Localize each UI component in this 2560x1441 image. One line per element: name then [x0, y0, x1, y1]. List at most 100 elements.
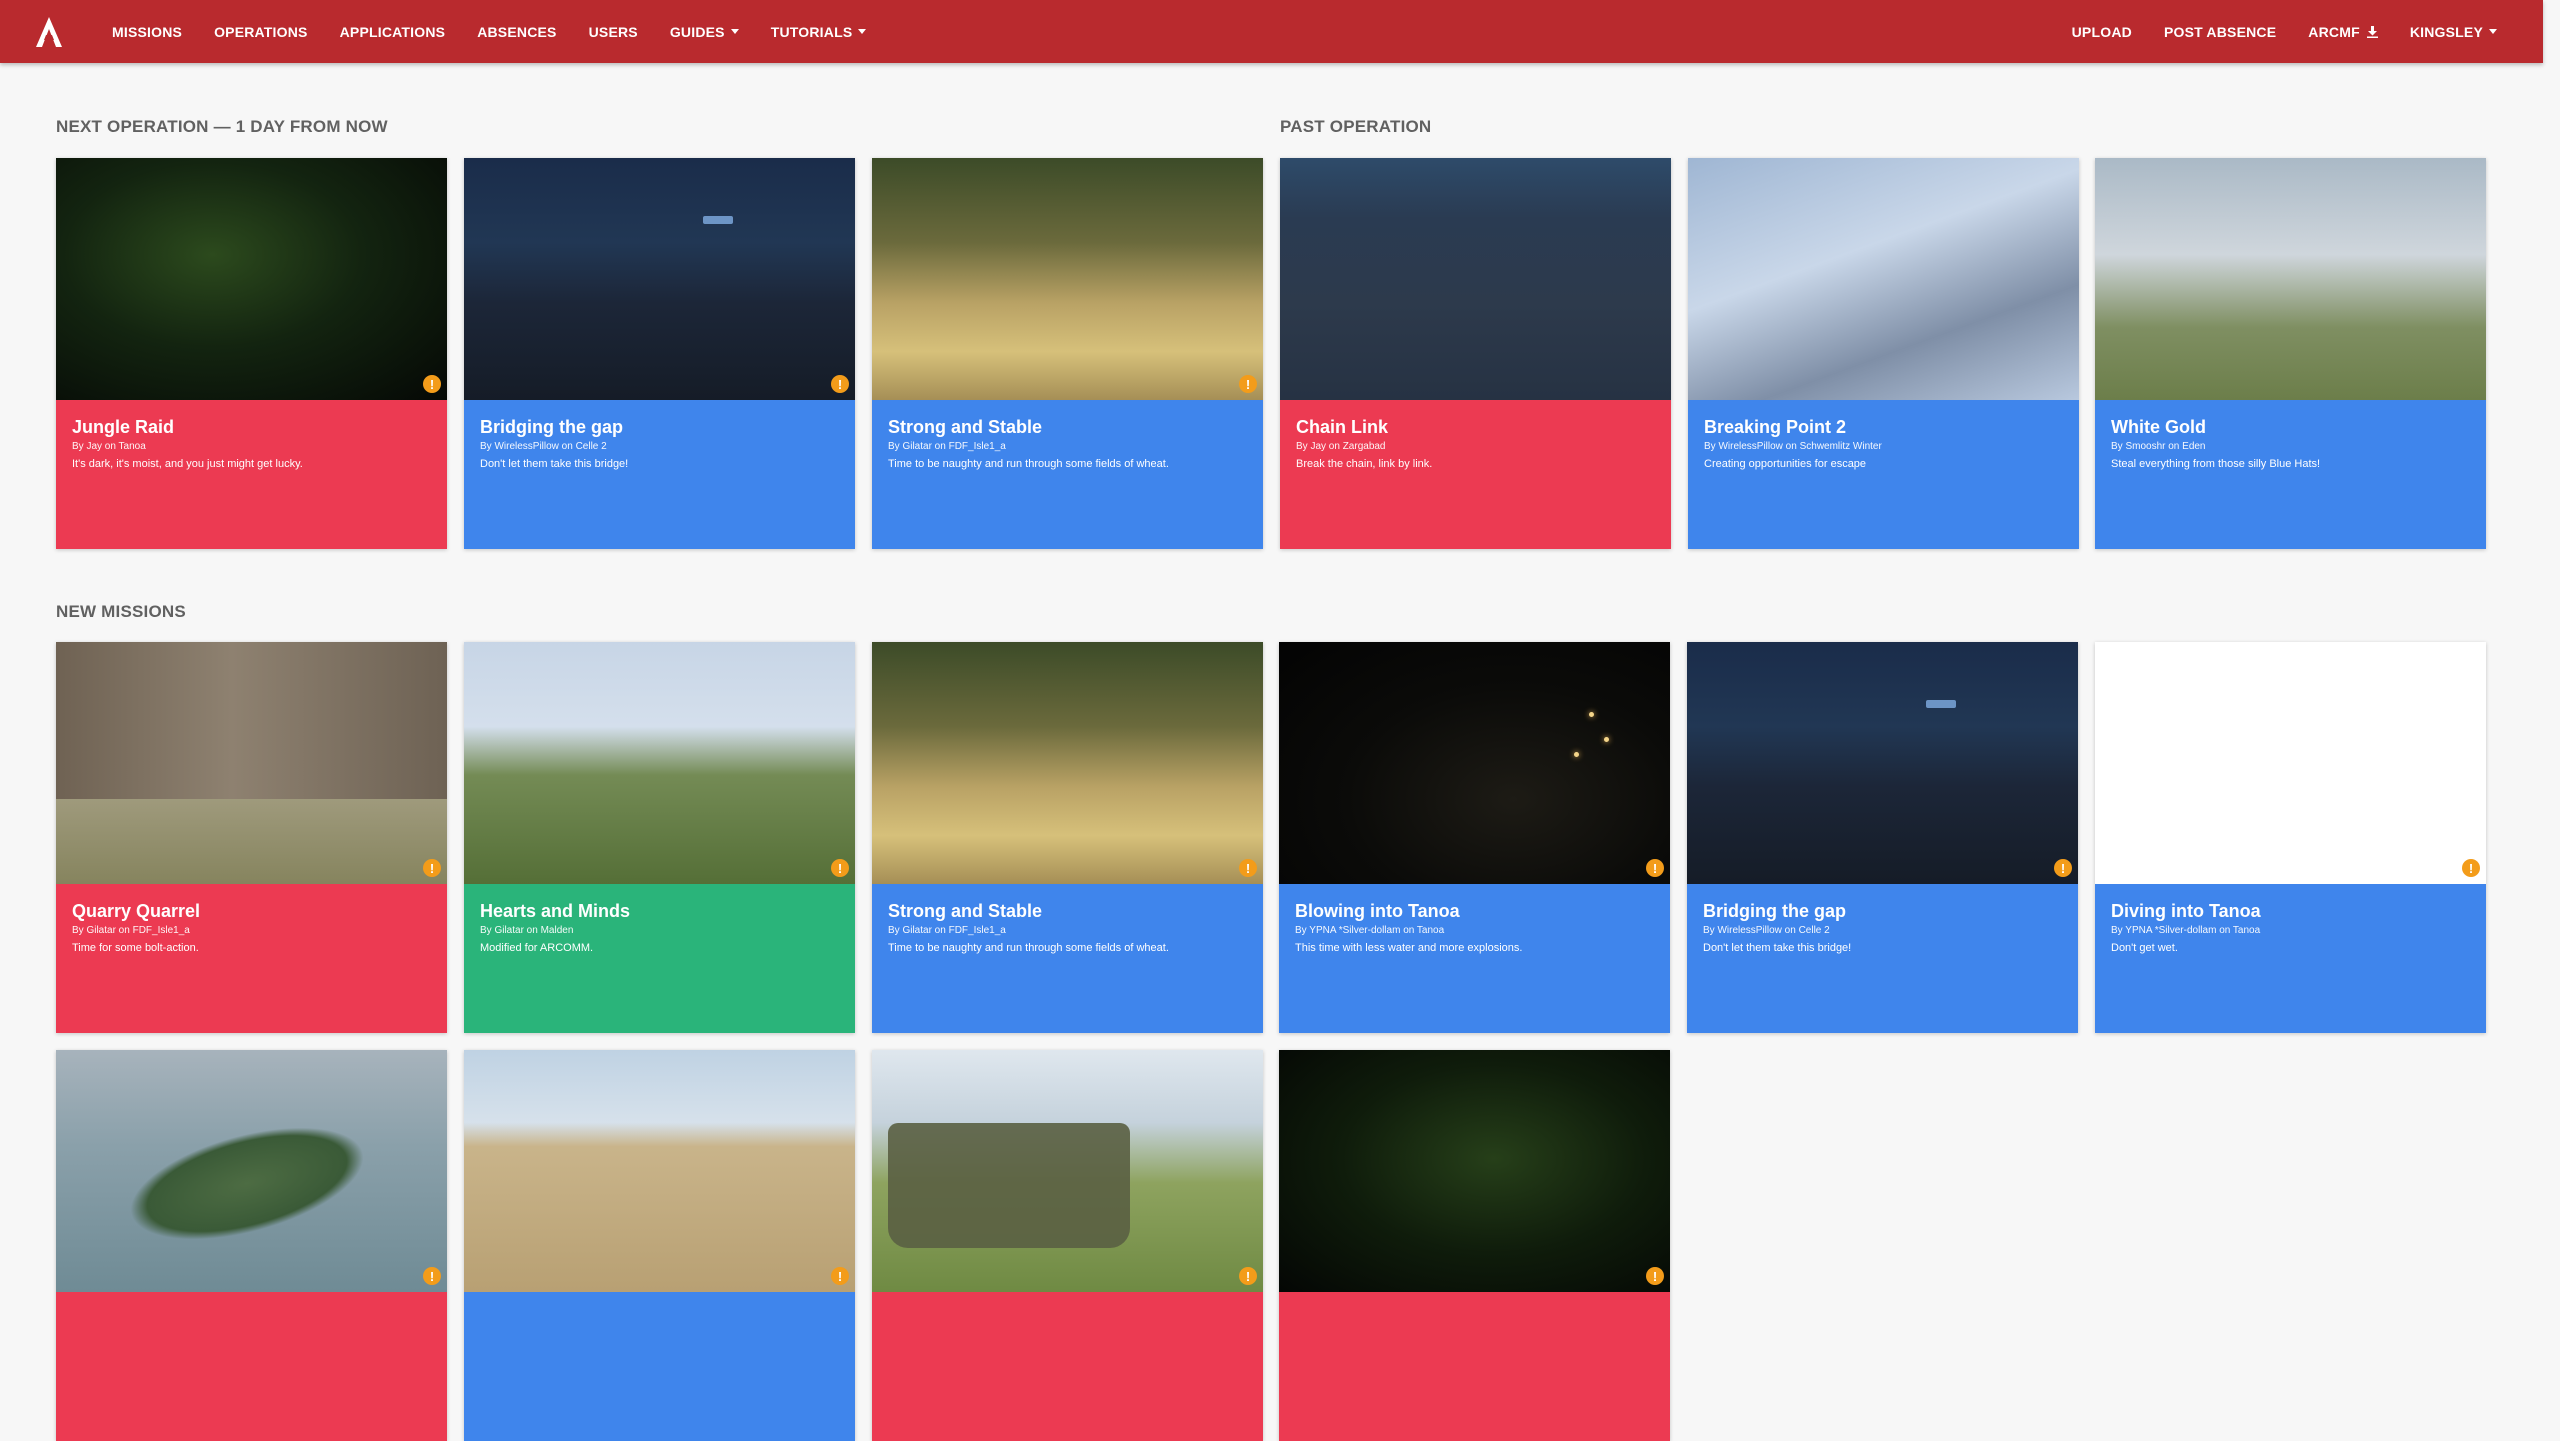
- warning-icon: !: [423, 375, 441, 393]
- mission-description: Time to be naughty and run through some …: [888, 942, 1169, 954]
- nav-label: ABSENCES: [477, 23, 557, 40]
- mission-card[interactable]: Breaking Point 2 By WirelessPillow on Sc…: [1688, 158, 2079, 549]
- mission-thumbnail: [464, 1050, 855, 1292]
- mission-thumbnail: [872, 642, 1263, 884]
- mission-description: Don't get wet.: [2111, 942, 2178, 954]
- mission-card[interactable]: ! Strong and Stable By Gilatar on FDF_Is…: [872, 158, 1263, 549]
- mission-title: Quarry Quarrel: [72, 901, 201, 921]
- nav-applications[interactable]: APPLICATIONS: [324, 0, 462, 63]
- road-sign-shape: [1925, 700, 1956, 709]
- road-sign-shape: [702, 216, 733, 225]
- mission-thumbnail: [872, 158, 1263, 400]
- nav-missions[interactable]: MISSIONS: [96, 0, 198, 63]
- mission-description: This time with less water and more explo…: [1295, 942, 1523, 954]
- mission-title: Strong and Stable: [888, 417, 1043, 437]
- light-dot: [1589, 712, 1594, 717]
- mission-thumbnail: [56, 1050, 447, 1292]
- warning-icon: !: [831, 1267, 849, 1285]
- warning-icon: !: [423, 859, 441, 877]
- mission-card[interactable]: ! Blowing into Tanoa By YPNA *Silver-dol…: [1279, 642, 1670, 1033]
- warning-icon: !: [831, 859, 849, 877]
- mission-card[interactable]: !: [56, 1050, 447, 1441]
- nav-right: UPLOAD POST ABSENCE ARCMF KINGSLEY: [2056, 0, 2513, 63]
- mission-description: Don't let them take this bridge!: [1703, 942, 1852, 954]
- card-body: Strong and Stable By Gilatar on FDF_Isle…: [872, 400, 1263, 549]
- ground-shape: [56, 799, 447, 884]
- mission-card[interactable]: !: [1279, 1050, 1670, 1441]
- mission-author: By Smooshr on Eden: [2111, 441, 2206, 452]
- mission-description: Don't let them take this bridge!: [480, 458, 629, 470]
- mission-author: By Jay on Zargabad: [1296, 441, 1386, 452]
- mission-thumbnail: [1687, 642, 2078, 884]
- nav-user-menu[interactable]: KINGSLEY: [2394, 0, 2513, 63]
- mission-thumbnail: [1279, 642, 1670, 884]
- mission-description: Time to be naughty and run through some …: [888, 458, 1169, 470]
- mission-description: Steal everything from those silly Blue H…: [2111, 458, 2321, 470]
- nav-post-absence[interactable]: POST ABSENCE: [2148, 0, 2292, 63]
- nav-left: MISSIONS OPERATIONS APPLICATIONS ABSENCE…: [96, 0, 882, 63]
- warning-icon: !: [2462, 859, 2480, 877]
- mission-author: By YPNA *Silver-dollam on Tanoa: [2111, 925, 2261, 936]
- mission-card[interactable]: !: [464, 1050, 855, 1441]
- card-body: Bridging the gap By WirelessPillow on Ce…: [464, 400, 855, 549]
- mission-card[interactable]: ! Bridging the gap By WirelessPillow on …: [1687, 642, 2078, 1033]
- mission-thumbnail: [1280, 158, 1671, 400]
- nav-guides-dropdown[interactable]: GUIDES: [654, 0, 755, 63]
- nav-absences[interactable]: ABSENCES: [461, 0, 572, 63]
- mission-title: Chain Link: [1296, 417, 1389, 437]
- card-body: Jungle Raid By Jay on Tanoa It's dark, i…: [56, 400, 447, 549]
- nav-arcmf-download[interactable]: ARCMF: [2292, 0, 2394, 63]
- mission-card[interactable]: White Gold By Smooshr on Eden Steal ever…: [2095, 158, 2486, 549]
- mission-card[interactable]: ! Quarry Quarrel By Gilatar on FDF_Isle1…: [56, 642, 447, 1033]
- warning-icon: !: [1239, 375, 1257, 393]
- mission-author: By WirelessPillow on Celle 2: [480, 441, 607, 452]
- warning-icon: !: [831, 375, 849, 393]
- nav-tutorials-dropdown[interactable]: TUTORIALS: [755, 0, 883, 63]
- nav-label: OPERATIONS: [214, 23, 308, 40]
- mission-thumbnail: [2095, 642, 2486, 884]
- nav-label: GUIDES: [669, 23, 725, 40]
- mission-thumbnail: [56, 642, 447, 884]
- warning-icon: !: [1239, 859, 1257, 877]
- mission-thumbnail: [1279, 1050, 1670, 1292]
- mission-title: Blowing into Tanoa: [1295, 901, 1460, 921]
- next-operation-heading: NEXT OPERATION — 1 DAY FROM NOW: [56, 117, 388, 136]
- warning-icon: !: [1646, 859, 1664, 877]
- mission-thumbnail: [872, 1050, 1263, 1292]
- mission-author: By Gilatar on FDF_Isle1_a: [888, 925, 1006, 936]
- nav-label: USERS: [588, 23, 638, 40]
- caret-down-icon: [2489, 29, 2497, 34]
- card-body: [464, 1292, 855, 1441]
- card-body: Hearts and Minds By Gilatar on Malden Mo…: [464, 884, 855, 1033]
- card-body: Breaking Point 2 By WirelessPillow on Sc…: [1688, 400, 2079, 549]
- nav-label: TUTORIALS: [770, 23, 853, 40]
- top-navbar: MISSIONS OPERATIONS APPLICATIONS ABSENCE…: [0, 0, 2543, 63]
- mission-card[interactable]: ! Strong and Stable By Gilatar on FDF_Is…: [872, 642, 1263, 1033]
- mission-card[interactable]: ! Jungle Raid By Jay on Tanoa It's dark,…: [56, 158, 447, 549]
- card-body: Diving into Tanoa By YPNA *Silver-dollam…: [2095, 884, 2486, 1033]
- light-dot: [1574, 752, 1579, 757]
- mission-thumbnail: [464, 642, 855, 884]
- mission-card[interactable]: Chain Link By Jay on Zargabad Break the …: [1280, 158, 1671, 549]
- mission-card[interactable]: ! Diving into Tanoa By YPNA *Silver-doll…: [2095, 642, 2486, 1033]
- nav-upload[interactable]: UPLOAD: [2056, 0, 2148, 63]
- mission-thumbnail: [56, 158, 447, 400]
- card-body: Quarry Quarrel By Gilatar on FDF_Isle1_a…: [56, 884, 447, 1033]
- nav-users[interactable]: USERS: [573, 0, 654, 63]
- arcomm-logo[interactable]: [32, 15, 66, 49]
- warning-icon: !: [1239, 1267, 1257, 1285]
- mission-card[interactable]: !: [872, 1050, 1263, 1441]
- nav-operations[interactable]: OPERATIONS: [198, 0, 324, 63]
- mission-author: By WirelessPillow on Celle 2: [1703, 925, 1830, 936]
- mission-author: By Gilatar on FDF_Isle1_a: [888, 441, 1006, 452]
- warning-icon: !: [423, 1267, 441, 1285]
- mission-title: White Gold: [2111, 417, 2206, 437]
- mission-thumbnail: [464, 158, 855, 400]
- nav-label: POST ABSENCE: [2163, 23, 2277, 40]
- logo-a-icon: [36, 16, 62, 47]
- mission-card[interactable]: ! Bridging the gap By WirelessPillow on …: [464, 158, 855, 549]
- past-operation-heading: PAST OPERATION: [1280, 117, 1432, 136]
- nav-label: MISSIONS: [112, 23, 183, 40]
- mission-card[interactable]: ! Hearts and Minds By Gilatar on Malden …: [464, 642, 855, 1033]
- nav-label: APPLICATIONS: [339, 23, 446, 40]
